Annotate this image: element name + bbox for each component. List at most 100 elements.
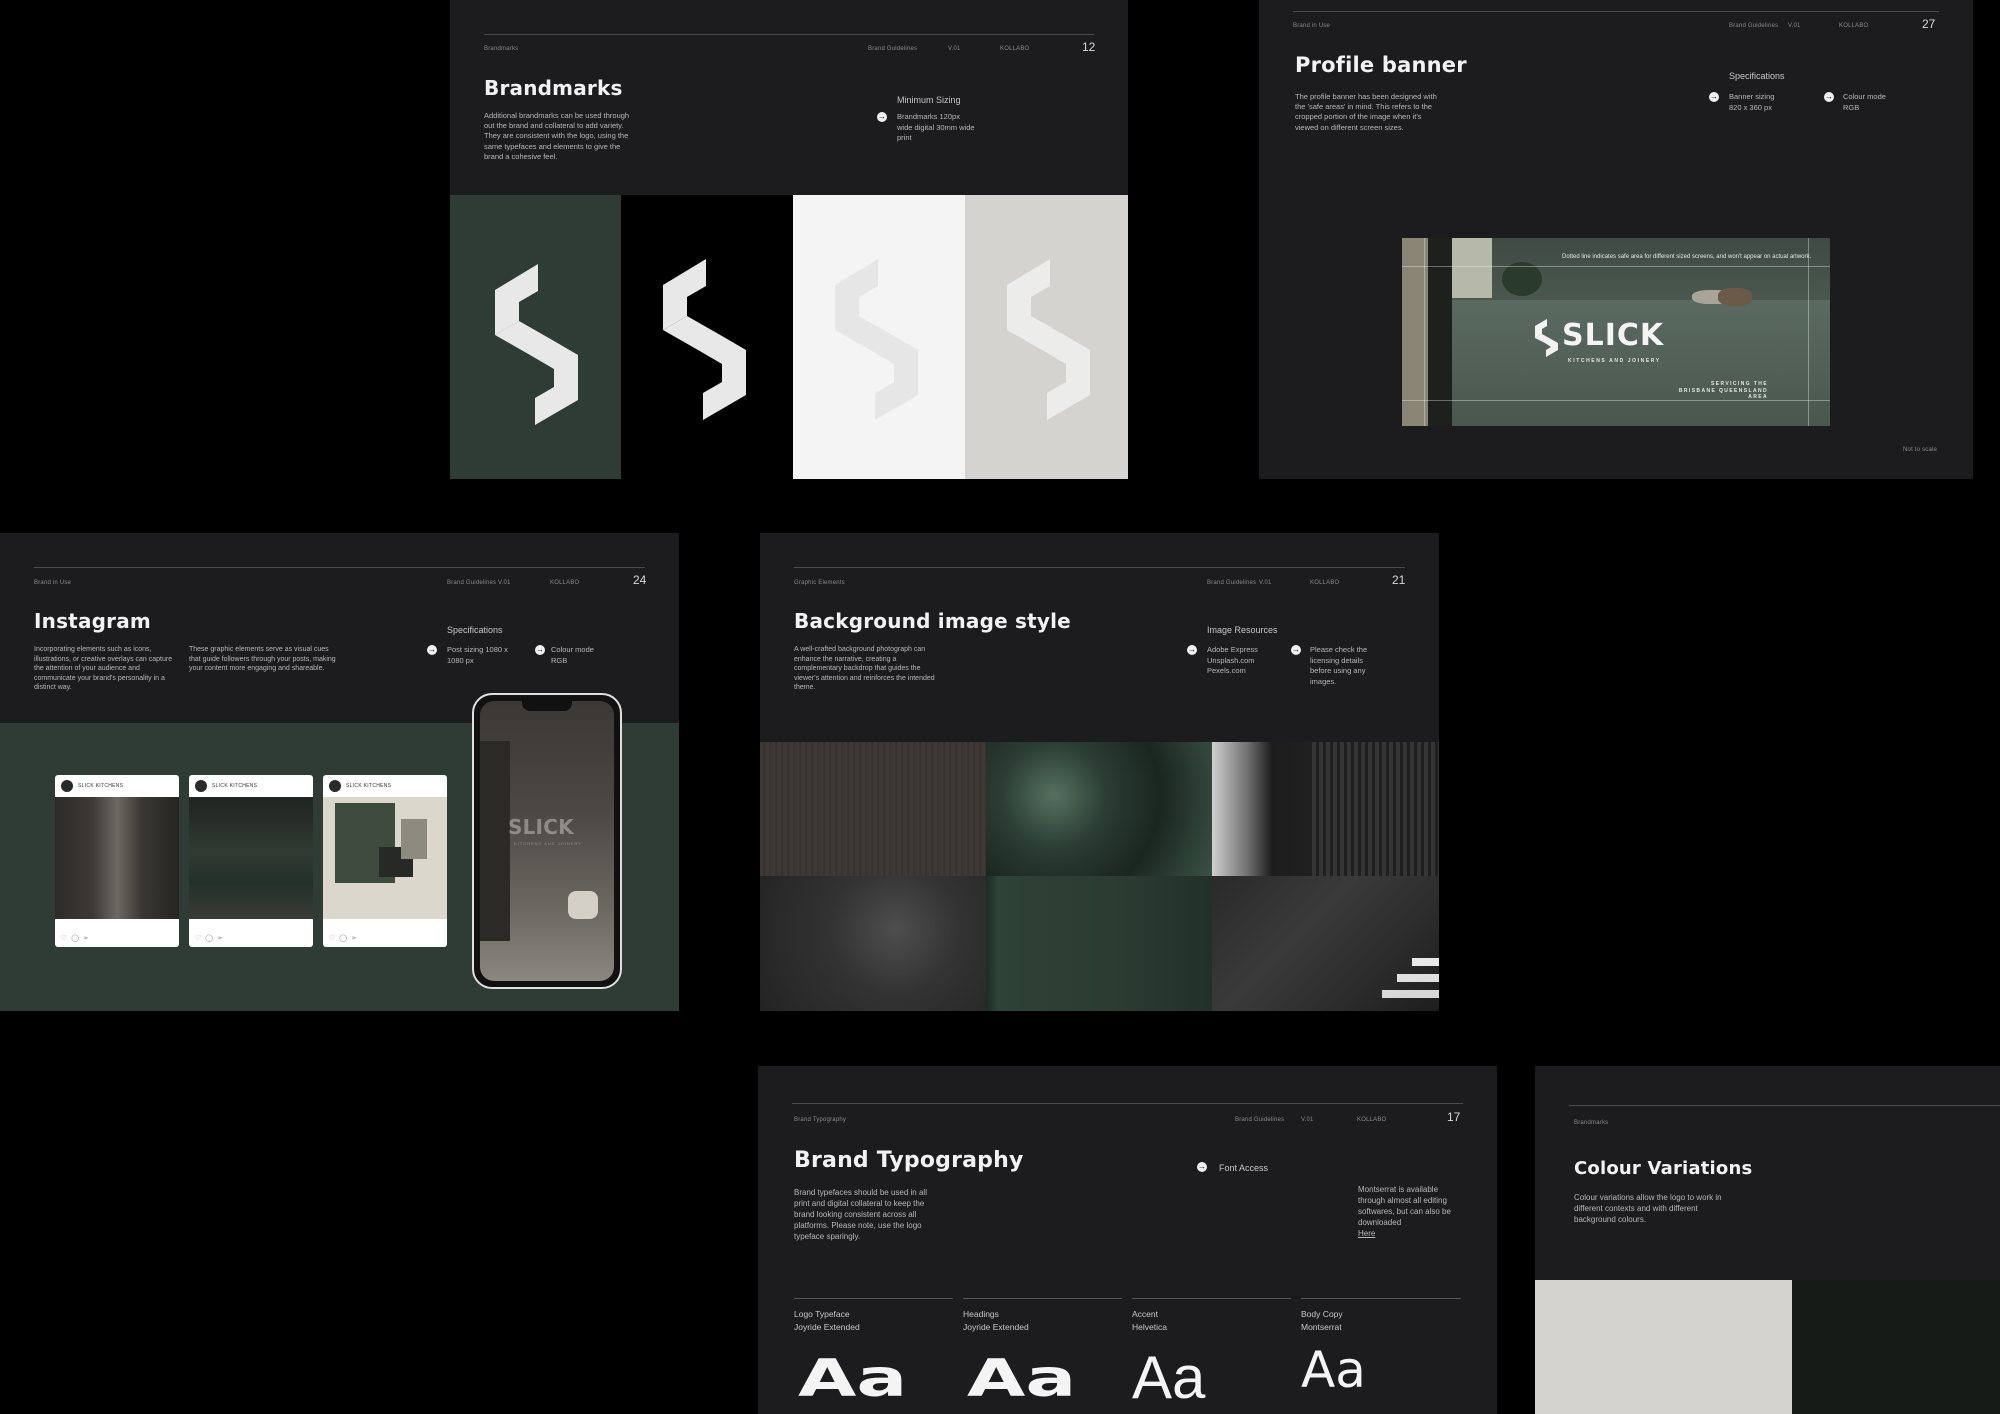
- spec-heading: Image Resources: [1207, 625, 1278, 635]
- phone-mockup: SLICK KITCHENS AND JOINERY: [472, 693, 622, 989]
- font-access-link[interactable]: Font Access: [1219, 1162, 1268, 1175]
- spec-post-size: Post sizing 1080 x 1080 px: [447, 645, 508, 665]
- guidelines-label: Brand Guidelines: [1235, 1117, 1285, 1123]
- banner-tagline: KITCHENS AND JOINERY: [1568, 358, 1661, 364]
- slide-brandmarks: Brandmarks Brand Guidelines V.01 KOLLABO…: [450, 0, 1128, 479]
- post-image: [55, 797, 179, 919]
- section-label: Graphic Elements: [794, 580, 845, 586]
- font-role: Logo Typeface: [794, 1309, 850, 1319]
- banner-plant: [1502, 262, 1542, 296]
- agency-label: KOLLABO: [1000, 46, 1030, 52]
- font-note-text: Montserrat is available through almost a…: [1358, 1185, 1451, 1227]
- page-number: 12: [1082, 40, 1096, 54]
- brandmark-icon: [1535, 319, 1558, 357]
- moodboard-tile: [401, 819, 427, 859]
- font-column-accent: Accent Helvetica Aa: [1132, 1298, 1291, 1414]
- slide-profile-banner: Brand in Use Brand Guidelines V.01 KOLLA…: [1259, 0, 1973, 479]
- font-sample: Aa: [967, 1349, 1077, 1409]
- slide-description-1: Incorporating elements such as icons, il…: [34, 646, 173, 692]
- swatch-light-grey: [965, 195, 1128, 479]
- post-image: [189, 797, 313, 919]
- font-name: Joyride Extended: [963, 1322, 1029, 1332]
- section-label: Brand in Use: [1293, 23, 1331, 29]
- font-name: Helvetica: [1132, 1322, 1167, 1332]
- avatar: [329, 780, 341, 792]
- instagram-post: SLICK KITCHENS ♡ ◯ ➢: [189, 775, 313, 947]
- slide-description: Additional brandmarks can be used throug…: [484, 111, 630, 161]
- swatch-black: [621, 195, 793, 479]
- texture-wood: [760, 742, 986, 876]
- spec-colour-mode: Colour mode RGB: [1843, 92, 1886, 112]
- slide-title: Colour Variations: [1574, 1158, 1753, 1179]
- agency-label: KOLLABO: [550, 580, 580, 586]
- font-download-link[interactable]: Here: [1358, 1229, 1462, 1240]
- slide-title: Profile banner: [1295, 53, 1467, 77]
- brandmark-icon: [1007, 259, 1090, 420]
- post-image: [323, 797, 447, 919]
- instagram-post: SLICK KITCHENS ♡ ◯ ➢: [323, 775, 447, 947]
- section-label: Brand in Use: [34, 580, 72, 586]
- version-label: V.01: [498, 580, 511, 586]
- font-role: Accent: [1132, 1309, 1158, 1319]
- texture-dark-stone: [760, 876, 986, 1011]
- header-rule: [484, 34, 1094, 35]
- header-rule: [1569, 1105, 2000, 1106]
- swatch-green: [450, 195, 621, 479]
- slide-description: Colour variations allow the logo to work…: [1574, 1193, 1722, 1224]
- header-rule: [34, 567, 645, 568]
- agency-label: KOLLABO: [1357, 1117, 1387, 1123]
- guidelines-label: Brand Guidelines: [1207, 580, 1257, 586]
- banner-window: [1452, 238, 1492, 298]
- colour-swatch-dark: [1792, 1280, 2000, 1414]
- brandmark-icon: [495, 264, 578, 425]
- header-rule: [792, 1103, 1463, 1104]
- version-label: V.01: [948, 46, 961, 52]
- safe-area-line-v2: [1808, 238, 1809, 426]
- scale-note: Not to scale: [1903, 447, 1938, 453]
- brandmark-icon: [663, 259, 746, 420]
- texture-stairs: [1212, 876, 1439, 1011]
- spec-colour-mode: Colour mode RGB: [551, 645, 594, 665]
- slat-panel: [1312, 742, 1439, 876]
- safe-area-line-h: [1402, 266, 1830, 267]
- arrow-icon: →: [1709, 92, 1719, 102]
- phone-tagline: KITCHENS AND JOINERY: [514, 841, 582, 846]
- phone-stool: [568, 891, 598, 919]
- slide-description: The profile banner has been designed wit…: [1295, 92, 1437, 132]
- texture-green-panel: [986, 876, 1212, 1011]
- guidelines-label: Brand Guidelines: [447, 580, 497, 586]
- phone-notch: [522, 701, 572, 711]
- texture-slats: [1212, 742, 1439, 876]
- avatar: [61, 780, 73, 792]
- slide-description: Brand typefaces should be used in all pr…: [794, 1188, 927, 1241]
- brandmark-icon: [835, 259, 918, 420]
- post-actions: ♡ ◯ ➢: [195, 935, 224, 942]
- guidelines-label: Brand Guidelines: [868, 46, 918, 52]
- font-sample: Aa: [1301, 1341, 1366, 1399]
- post-header: SLICK KITCHENS: [323, 775, 447, 797]
- post-header: SLICK KITCHENS: [189, 775, 313, 797]
- font-role: Headings: [963, 1309, 999, 1319]
- arrow-icon: →: [535, 645, 545, 655]
- post-actions: ♡ ◯ ➢: [61, 935, 90, 942]
- slide-title: Instagram: [34, 609, 151, 633]
- arrow-icon: →: [877, 112, 887, 122]
- arrow-icon: →: [1291, 645, 1301, 655]
- banner-note: Dotted line indicates safe area for diff…: [1562, 254, 1812, 260]
- header-rule: [794, 567, 1405, 568]
- version-label: V.01: [1301, 1117, 1314, 1123]
- account-name: SLICK KITCHENS: [346, 783, 392, 789]
- version-label: V.01: [1788, 23, 1801, 29]
- slide-description-2: These graphic elements serve as visual c…: [189, 646, 336, 673]
- phone-wall: [480, 741, 510, 941]
- banner-bowl-dark: [1718, 288, 1752, 306]
- spec-heading: Specifications: [447, 625, 503, 635]
- account-name: SLICK KITCHENS: [212, 783, 258, 789]
- account-name: SLICK KITCHENS: [78, 783, 124, 789]
- avatar: [195, 780, 207, 792]
- slide-title: Background image style: [794, 609, 1071, 633]
- spec-banner-size: Banner sizing 820 x 360 px: [1729, 92, 1775, 112]
- font-column-logo: Logo Typeface Joyride Extended Aa: [794, 1298, 953, 1414]
- post-actions: ♡ ◯ ➢: [329, 935, 358, 942]
- page-number: 24: [633, 573, 647, 587]
